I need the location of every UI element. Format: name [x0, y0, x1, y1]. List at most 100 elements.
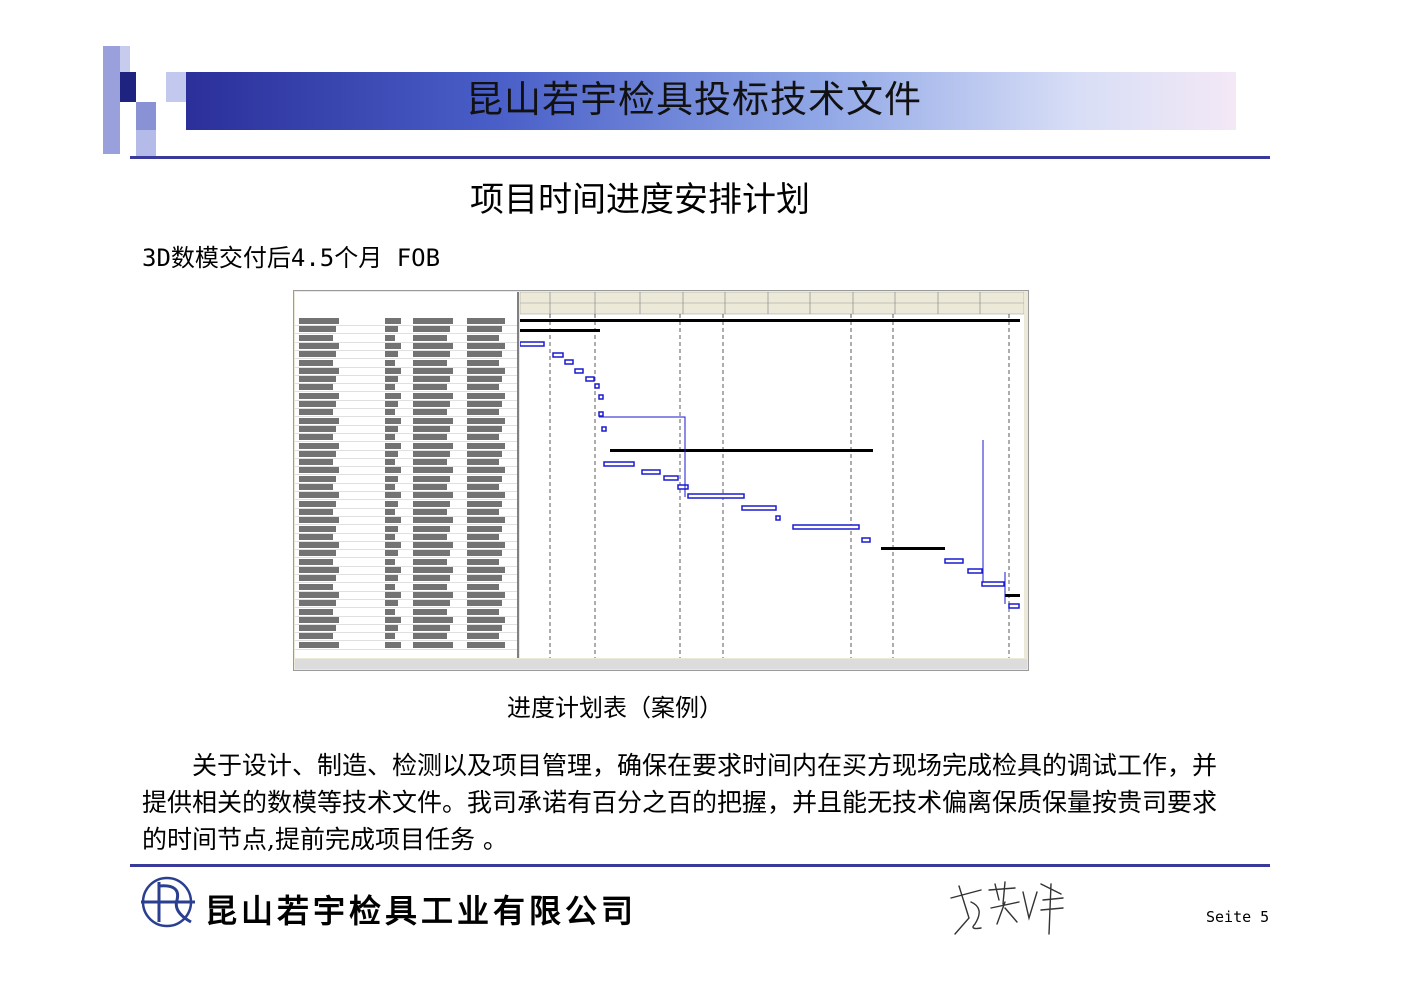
gantt-table-cell: [413, 342, 453, 349]
gantt-table-cell: [385, 633, 395, 640]
gantt-table-cell: [413, 459, 447, 466]
gantt-table-cell: [467, 475, 502, 482]
body-text: 关于设计、制造、检测以及项目管理，确保在要求时间内在买方现场完成检具的调试工作，…: [142, 747, 1237, 858]
gantt-table-cell: [299, 392, 339, 399]
gantt-table-cell: [385, 367, 401, 374]
gantt-table-cell: [385, 417, 401, 424]
gantt-table-row: [295, 351, 517, 360]
gantt-table-cell: [413, 558, 447, 565]
gantt-table-cell: [385, 318, 401, 324]
gantt-table-cell: [467, 600, 502, 607]
gantt-table-cell: [385, 484, 395, 490]
gantt-table-cell: [299, 550, 336, 557]
gantt-table-cell: [385, 384, 395, 391]
gantt-table-cell: [385, 533, 395, 540]
gantt-table-cell: [299, 376, 336, 383]
gantt-table-cell: [385, 583, 395, 590]
gantt-chart-image: [293, 290, 1029, 671]
gantt-table-cell: [385, 625, 398, 632]
gantt-task-table: [295, 292, 519, 658]
subtitle: 3D数模交付后4.5个月 FOB: [142, 244, 441, 272]
header-title: 昆山若宇检具投标技术文件: [466, 78, 922, 121]
gantt-table-cell: [299, 326, 336, 333]
gantt-table-row: [295, 434, 517, 443]
gantt-table-cell: [413, 484, 447, 490]
gantt-table-row: [295, 318, 517, 326]
gantt-table-cell: [413, 425, 450, 432]
gantt-table-row: [295, 484, 517, 492]
gantt-table-cell: [413, 591, 453, 598]
gantt-table-cell: [385, 450, 398, 457]
gantt-table-cell: [385, 434, 395, 441]
gantt-table-cell: [299, 417, 339, 424]
gantt-table-cell: [299, 616, 339, 623]
gantt-table-cell: [413, 517, 453, 524]
gantt-table-cell: [385, 600, 398, 607]
gantt-table-row: [295, 475, 517, 484]
gantt-table-row: [295, 367, 517, 376]
gantt-table-cell: [413, 492, 453, 499]
gantt-table-cell: [299, 367, 339, 374]
gantt-table-cell: [299, 409, 333, 416]
header-rule: [130, 156, 1270, 159]
gantt-table-cell: [467, 425, 502, 432]
gantt-table-cell: [299, 425, 336, 432]
gantt-caption: 进度计划表（案例）: [507, 694, 723, 722]
gantt-table-row: [295, 567, 517, 575]
gantt-table-cell: [467, 318, 505, 324]
gantt-table-row: [295, 359, 517, 368]
gantt-table-cell: [299, 351, 336, 358]
gantt-table-cell: [299, 401, 336, 407]
gantt-table-cell: [413, 442, 453, 449]
gantt-table-row: [295, 641, 517, 650]
gantt-table-cell: [413, 417, 453, 424]
gantt-table-row: [295, 533, 517, 542]
gantt-table-cell: [467, 616, 505, 623]
gantt-table-row: [295, 508, 517, 517]
gantt-table-row: [295, 392, 517, 401]
gantt-table-cell: [299, 533, 333, 540]
gantt-table-cell: [385, 409, 395, 416]
gantt-table-cell: [467, 334, 499, 341]
gantt-table-cell: [413, 641, 453, 648]
gantt-table-cell: [467, 434, 499, 441]
gantt-table-cell: [299, 359, 333, 366]
gantt-table-cell: [299, 558, 333, 565]
gantt-table-cell: [385, 475, 398, 482]
gantt-table-cell: [385, 425, 398, 432]
company-name: 昆山若宇检具工业有限公司: [205, 892, 638, 930]
gantt-table-row: [295, 442, 517, 451]
gantt-table-cell: [413, 318, 453, 324]
gantt-table-cell: [299, 459, 333, 466]
gantt-table-cell: [385, 467, 401, 474]
gantt-table-cell: [467, 467, 505, 474]
gantt-table-cell: [385, 459, 395, 466]
gantt-table-cell: [467, 342, 505, 349]
gantt-table-cell: [467, 384, 499, 391]
gantt-table-cell: [385, 616, 401, 623]
gantt-table-cell: [467, 484, 499, 490]
gantt-table-cell: [299, 641, 339, 648]
gantt-table-cell: [413, 542, 453, 549]
gantt-table-row: [295, 334, 517, 343]
gantt-table-cell: [467, 500, 502, 507]
gantt-table-row: [295, 558, 517, 567]
gantt-table-cell: [413, 633, 447, 640]
gantt-table-cell: [413, 500, 450, 507]
gantt-table-row: [295, 492, 517, 501]
gantt-table-cell: [299, 384, 333, 391]
gantt-table-cell: [413, 359, 447, 366]
gantt-table-row: [295, 467, 517, 476]
gantt-table-cell: [467, 608, 499, 615]
signature-image: [945, 878, 1067, 942]
gantt-table-row: [295, 417, 517, 426]
gantt-table-cell: [413, 608, 447, 615]
gantt-table-cell: [299, 525, 336, 532]
gantt-table-cell: [467, 450, 502, 457]
gantt-table-cell: [467, 459, 499, 466]
gantt-table-cell: [413, 567, 453, 573]
gantt-table-cell: [467, 442, 505, 449]
gantt-table-row: [295, 616, 517, 625]
page-number: Seite 5: [1206, 908, 1270, 926]
gantt-table-cell: [413, 334, 447, 341]
